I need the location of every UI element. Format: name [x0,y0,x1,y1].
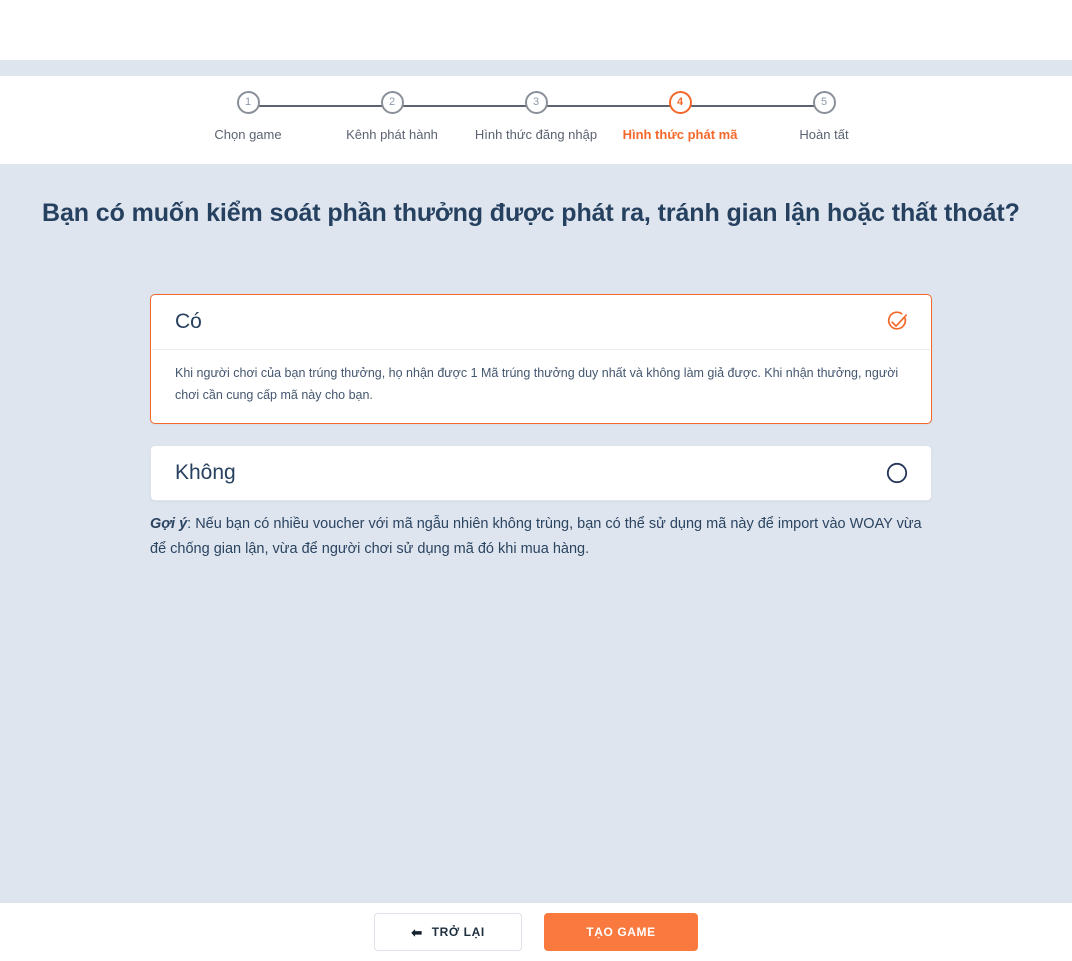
stepper-step-circle: 4 [668,91,692,114]
stepper-step-circle: 5 [812,91,836,114]
check-circle-icon[interactable] [885,310,909,334]
stepper-step-circle: 2 [380,91,404,114]
stepper-step-label: Kênh phát hành [346,127,438,142]
option-card-header[interactable]: Không [151,446,931,500]
back-button[interactable]: ⬅ TRỞ LẠI [374,913,522,951]
stepper-band: 1 Chọn game 2 Kênh phát hành 3 Hình thức đăng… [0,76,1072,164]
stepper-step-circle: 3 [524,91,548,114]
stepper-step-5[interactable]: 5 Hoàn tất [752,91,896,142]
option-card[interactable]: Không [150,444,932,501]
hint-text: Gợi ý: Nếu bạn có nhiều voucher với mã n… [150,512,940,562]
background-pattern-strip [0,60,1072,76]
hint-label: Gợi ý [150,516,188,532]
option-card-header[interactable]: Có [151,295,931,349]
option-list: Có Khi người chơi của bạn trúng thưởng, h… [150,294,932,522]
back-button-label: TRỞ LẠI [431,925,485,939]
progress-stepper: 1 Chọn game 2 Kênh phát hành 3 Hình thức đăng… [0,76,1072,164]
create-game-button[interactable]: TẠO GAME [544,913,698,951]
option-card[interactable]: Có Khi người chơi của bạn trúng thưởng, h… [150,294,932,424]
stepper-step-3[interactable]: 3 Hình thức đăng nhập [464,91,680,142]
content-area: Bạn có muốn kiểm soát phần thưởng được p… [0,164,1072,903]
stepper-step-label: Hoàn tất [799,127,849,142]
footer-bar: ⬅ TRỞ LẠI TẠO GAME [0,903,1072,961]
arrow-left-icon: ⬅ [411,924,423,940]
create-game-button-label: TẠO GAME [586,925,656,939]
option-description: Khi người chơi của bạn trúng thưởng, họ … [175,366,899,402]
stepper-step-label: Hình thức đăng nhập [474,127,598,142]
stepper-step-label: Chọn game [214,127,282,142]
option-title: Có [175,310,202,333]
stepper-step-circle: 1 [236,91,260,114]
top-white-band [0,0,1072,60]
stepper-step-4[interactable]: 4 Hình thức phát mã [608,91,824,142]
stepper-step-label: Hình thức phát mã [622,127,738,142]
option-title: Không [175,460,236,484]
stepper-step-2[interactable]: 2 Kênh phát hành [320,91,536,142]
stepper-steps: 1 Chọn game 2 Kênh phát hành 3 Hình thức đăng… [176,91,896,142]
hint-body: : Nếu bạn có nhiều voucher với mã ngẫu n… [150,516,922,557]
empty-circle-icon[interactable] [885,461,909,485]
stepper-step-1[interactable]: 1 Chọn game [176,91,392,142]
page-heading: Bạn có muốn kiểm soát phần thưởng được p… [42,199,1020,227]
